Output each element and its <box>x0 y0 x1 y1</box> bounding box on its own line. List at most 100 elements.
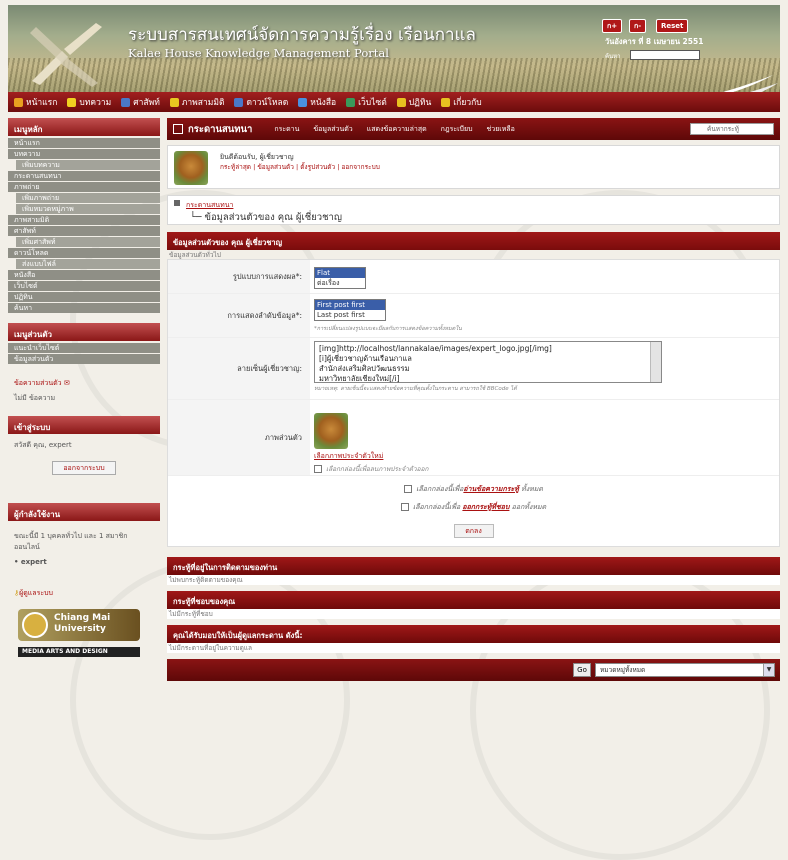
login-title: เข้าสู่ระบบ <box>8 416 160 434</box>
sidebar-item-1[interactable]: บทความ <box>8 149 160 159</box>
cmu-logo-banner[interactable]: Chiang Mai University <box>18 609 140 641</box>
logout-button[interactable]: ออกจากระบบ <box>52 461 116 475</box>
nav-item-label: ดาวน์โหลด <box>246 98 289 108</box>
moderated-boards-title: คุณได้รับมอบให้เป็นผู้ดูแลกระดาน ดังนี้: <box>167 625 780 643</box>
admin-link[interactable]: ⚷ผู้ดูแลระบบ <box>8 586 160 601</box>
order-option-last[interactable]: Last post first <box>315 310 385 320</box>
online-user-entry[interactable]: • expert <box>8 555 160 570</box>
go-button[interactable]: Go <box>573 663 591 677</box>
read-all-checkbox[interactable] <box>404 485 413 493</box>
sidebar-item-12[interactable]: หนังสือ <box>8 270 160 280</box>
sidebar-item-6[interactable]: เพิ่มหมวดหมู่ภาพ <box>16 204 160 214</box>
order-option-first[interactable]: First post first <box>315 300 385 310</box>
nav-item-label: ภาพสามมิติ <box>181 98 225 108</box>
forum-link-profile[interactable]: ข้อมูลส่วนตัว <box>313 124 352 135</box>
site-search-input[interactable] <box>630 50 700 60</box>
nav-item-8[interactable]: เกี่ยวกับ <box>441 95 482 109</box>
post-order-hint: *การเปลี่ยนแปลงรูปแบบจะมีผลกับการแสดงข้อ… <box>314 326 462 332</box>
remove-favorites-checkbox[interactable] <box>400 503 409 511</box>
messages-title[interactable]: ข้อความส่วนตัว ✉ <box>8 376 160 391</box>
nav-item-4[interactable]: ดาวน์โหลด <box>234 95 288 109</box>
login-greeting: สวัสดี คุณ, expert <box>14 441 72 449</box>
sidebar-item-4[interactable]: ภาพถ่าย <box>8 182 160 192</box>
sidebar-item-8[interactable]: ศาสัพท์ <box>8 226 160 236</box>
remove-avatar-option: เลือกกล่องนี้เพื่อลบภาพประจำตัวออก <box>314 464 775 474</box>
page-title: └─ ข้อมูลส่วนตัวของ คุณ ผู้เชี่ยวชาญ <box>190 212 342 223</box>
nav-item-label: เกี่ยวกับ <box>453 98 482 108</box>
profile-form: รูปแบบการแสดงผล*: Flat ต่อเรื่อง การแสดง… <box>167 259 780 547</box>
sidebar-item-7[interactable]: ภาพสามมิติ <box>8 215 160 225</box>
user-avatar <box>174 151 208 185</box>
sidebar-item-15[interactable]: ค้นหา <box>8 303 160 313</box>
profile-avatar-preview <box>314 413 348 449</box>
font-decrease-button[interactable]: ก- <box>629 19 647 33</box>
remove-avatar-checkbox[interactable] <box>314 465 322 473</box>
jump-bar: Go หมวดหมู่ทั้งหมด ▼ <box>167 659 780 681</box>
post-order-label: การแสดงลำดับข้อมูล*: <box>168 294 310 337</box>
forum-link-help[interactable]: ช่วยเหลือ <box>487 124 515 135</box>
signature-line: สำนักส่งเสริมศิลปวัฒนธรรม <box>319 364 410 373</box>
breadcrumb: กระดานสนทนา └─ ข้อมูลส่วนตัวของ คุณ ผู้เ… <box>167 195 780 225</box>
nav-item-1[interactable]: บทความ <box>67 95 111 109</box>
sidebar-item-13[interactable]: เว็บไซต์ <box>8 281 160 291</box>
profile-form-subheader: ข้อมูลส่วนตัวทั่วไป <box>169 251 221 259</box>
sidebar-item-14[interactable]: ปฏิทิน <box>8 292 160 302</box>
post-order-select[interactable]: First post first Last post first <box>314 299 386 321</box>
search-label: ค้นหา <box>605 53 621 60</box>
choose-avatar-link[interactable]: เลือกภาพประจำตัวใหม่ <box>314 451 775 462</box>
user-links[interactable]: กระทู้ล่าสุด | ข้อมูลส่วนตัว | ตั้งรูปส่… <box>220 162 380 172</box>
sidebar-item-5[interactable]: เพิ่มภาพถ่าย <box>16 193 160 203</box>
main-content: กระดานสนทนา กระดาน ข้อมูลส่วนตัว แสดงข้อ… <box>167 118 780 811</box>
nav-item-6[interactable]: เว็บไซต์ <box>346 95 387 109</box>
nav-item-5[interactable]: หนังสือ <box>298 95 336 109</box>
site-banner: ระบบสารสนเทศน์จัดการความรู้เรื่อง เรือนก… <box>8 5 780 92</box>
online-users-text: ขณะนี้มี 1 บุคคลทั่วไป และ 1 สมาชิก ออนไ… <box>14 532 128 551</box>
avatar-label: ภาพส่วนตัว <box>168 400 310 475</box>
profile-form-header: ข้อมูลส่วนตัวของ คุณ ผู้เชี่ยวชาญ <box>167 232 780 250</box>
cmu-seal-icon <box>22 612 48 638</box>
nav-item-3[interactable]: ภาพสามมิติ <box>169 95 225 109</box>
favorites-link[interactable]: ออกกระทู้ที่ชอบ <box>462 502 509 513</box>
nav-item-0[interactable]: หน้าแรก <box>14 95 57 109</box>
favorite-topics-text: ไม่มีกระทู้ที่ชอบ <box>167 609 780 619</box>
main-menu: หน้าแรก บทความ เพิ่มบทความ กระดานสนทนา ภาพถ่… <box>8 138 160 313</box>
display-option-threaded[interactable]: ต่อเรื่อง <box>315 278 365 288</box>
font-reset-button[interactable]: Reset <box>656 19 689 33</box>
display-option-flat[interactable]: Flat <box>315 268 365 278</box>
forum-link-board[interactable]: กระดาน <box>274 124 299 135</box>
category-select[interactable]: หมวดหมู่ทั้งหมด ▼ <box>595 663 775 677</box>
display-mode-label: รูปแบบการแสดงผล*: <box>168 260 310 293</box>
forum-link-rules[interactable]: กฎระเบียบ <box>441 124 473 135</box>
sidebar-item-9[interactable]: เพิ่มศาสัพท์ <box>16 237 160 247</box>
textarea-scrollbar[interactable] <box>650 342 661 382</box>
signature-label: ลายเซ็นผู้เชี่ยวชาญ: <box>168 338 310 399</box>
signature-line: [i]ผู้เชี่ยวชาญด้านเรือนกาแล <box>319 354 412 363</box>
sidebar-item-2[interactable]: เพิ่มบทความ <box>16 160 160 170</box>
forum-search-input[interactable]: ค้นหากระทู้ <box>690 123 774 135</box>
calendar-icon <box>396 97 406 107</box>
cmu-label: Chiang Mai University <box>54 613 111 634</box>
sidebar-item-3[interactable]: กระดานสนทนา <box>8 171 160 181</box>
option-row-1: เลือกกล่องนี้เพื่อ อ่านข้อความกระทู้ ทั้ง… <box>168 480 779 498</box>
read-all-link[interactable]: อ่านข้อความกระทู้ <box>463 484 518 495</box>
sidebar: เมนูหลัก หน้าแรก บทความ เพิ่มบทความ กระดานส… <box>8 118 160 811</box>
messages-text: ไม่มี ข้อความ <box>14 394 56 402</box>
nav-item-2[interactable]: ศาสัพท์ <box>121 95 160 109</box>
sidebar-item-0[interactable]: หน้าแรก <box>8 138 160 148</box>
media-arts-label: MEDIA ARTS AND DESIGN <box>18 647 140 657</box>
sidebar-item-11[interactable]: ส่งแบบไฟล์ <box>16 259 160 269</box>
main-navigation: หน้าแรก บทความ ศาสัพท์ ภาพสามมิติ ดาวน์โหลด ห… <box>8 92 780 112</box>
submit-button[interactable]: ตกลง <box>453 524 494 538</box>
sidebar-item-profile[interactable]: ข้อมูลส่วนตัว <box>8 354 160 364</box>
forum-link-latest[interactable]: แสดงข้อความล่าสุด <box>367 124 427 135</box>
display-mode-select[interactable]: Flat ต่อเรื่อง <box>314 267 366 289</box>
favorite-topics-section: กระทู้ที่ชอบของคุณ ไม่มีกระทู้ที่ชอบ <box>167 591 780 619</box>
nav-item-label: ศาสัพท์ <box>133 98 160 108</box>
font-increase-button[interactable]: ก+ <box>602 19 623 33</box>
sidebar-item-recommend[interactable]: แนะนำเว็บไซต์ <box>8 343 160 353</box>
sidebar-item-10[interactable]: ดาวน์โหลด <box>8 248 160 258</box>
site-title-thai: ระบบสารสนเทศน์จัดการความรู้เรื่อง เรือนก… <box>128 25 476 45</box>
signature-textarea[interactable]: [img]http://localhost/lannakalae/images/… <box>314 341 662 383</box>
forum-title[interactable]: กระดานสนทนา <box>173 122 252 137</box>
nav-item-7[interactable]: ปฏิทิน <box>396 95 431 109</box>
